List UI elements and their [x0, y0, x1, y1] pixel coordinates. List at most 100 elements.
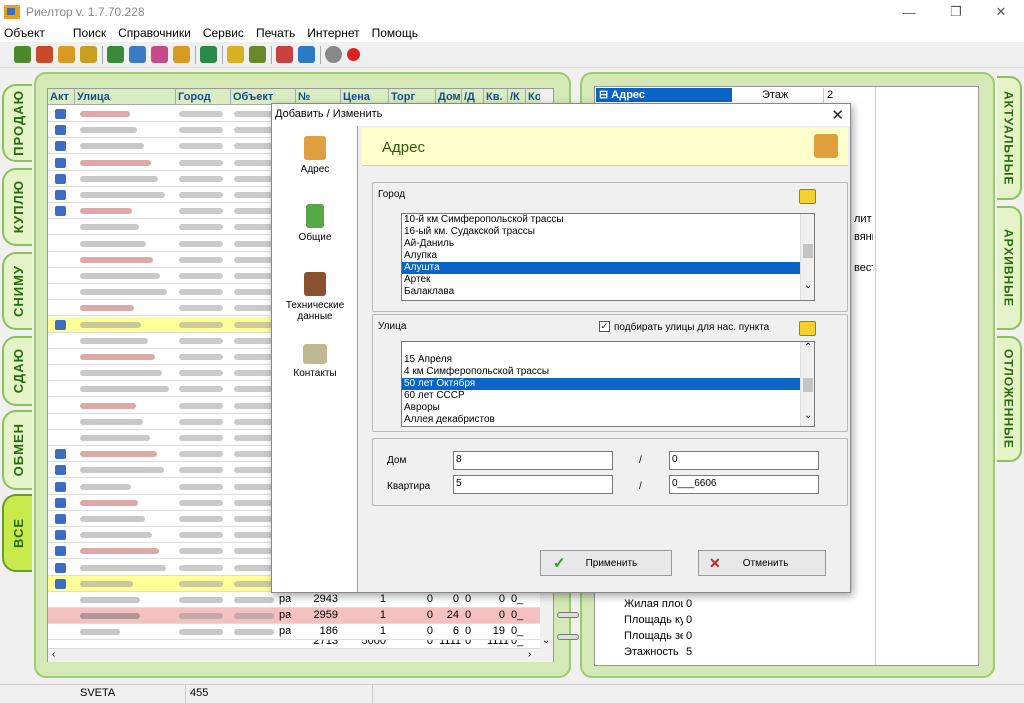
list-item[interactable]: 15 Апреля: [402, 354, 814, 366]
table-row[interactable]: ра 2959 1 0 24 0 0 0_: [48, 608, 540, 624]
menu-internet[interactable]: Интернет: [307, 26, 359, 40]
calendar-icon[interactable]: [298, 46, 315, 63]
menu-help[interactable]: Помощь: [372, 26, 418, 40]
active-record-icon: [55, 141, 66, 152]
status-count: 455: [190, 687, 209, 699]
tab-all[interactable]: ВСЕ: [2, 494, 32, 572]
list-item[interactable]: 16-ый км. Судакской трассы: [402, 226, 814, 238]
city-directory-icon[interactable]: [799, 189, 816, 204]
phone-card-icon: [303, 344, 327, 364]
maximize-button[interactable]: ❐: [933, 0, 979, 24]
tab-buy[interactable]: КУПЛЮ: [2, 168, 32, 246]
prop-floors-value[interactable]: 5: [683, 645, 731, 661]
prop-kitchen-area-label: Площадь ку: [624, 614, 683, 626]
tab-rent-in[interactable]: СНИМУ: [2, 252, 32, 330]
list-item[interactable]: Алупка: [402, 250, 814, 262]
flat-fraction-field[interactable]: 0___6606: [669, 475, 819, 494]
dialog-close-button[interactable]: ✕: [831, 106, 844, 124]
list-item[interactable]: Балаклава: [402, 286, 814, 298]
menu-references[interactable]: Справочники: [118, 26, 191, 40]
city-scrollbar[interactable]: ⌄: [800, 214, 814, 300]
client-icon[interactable]: [151, 46, 168, 63]
list-item[interactable]: Аллея декабристов: [402, 414, 814, 426]
hammer-icon: [304, 272, 326, 296]
dialog-title: Добавить / Изменить: [272, 104, 850, 126]
table-row[interactable]: ра 2943 1 0 0 0 0 0_: [48, 592, 540, 608]
search-icon[interactable]: [107, 46, 124, 63]
tab-rent-out[interactable]: СДАЮ: [2, 336, 32, 406]
street-listbox[interactable]: 15 Апреля 4 км Симферопольской трассы 50…: [401, 341, 815, 427]
col-city[interactable]: Город: [176, 89, 231, 105]
tab-archive[interactable]: АРХИВНЫЕ: [997, 206, 1022, 330]
scroll-down-icon[interactable]: ⌄: [804, 280, 812, 291]
active-record-icon: [55, 465, 66, 476]
prop-land-area-value[interactable]: 0: [683, 629, 731, 645]
list-item-selected[interactable]: 50 лет Октября: [402, 378, 814, 390]
list-item[interactable]: 60 лет СССР: [402, 390, 814, 402]
scroll-up-icon[interactable]: ⌃: [804, 342, 812, 353]
menu-search[interactable]: Поиск: [73, 26, 106, 40]
filter-streets-checkbox[interactable]: ✓: [599, 321, 610, 332]
refresh-icon[interactable]: [276, 46, 293, 63]
section-header: Адрес: [362, 128, 848, 166]
prop-kitchen-area-value[interactable]: 0: [683, 613, 731, 629]
prop-floor-value[interactable]: 2: [823, 88, 873, 104]
active-record-icon: [55, 109, 66, 119]
filter-icon[interactable]: [129, 46, 146, 63]
house-field[interactable]: 8: [453, 451, 613, 470]
edit-object-icon[interactable]: [36, 46, 53, 63]
close-button[interactable]: ✕: [978, 0, 1024, 24]
nav-general[interactable]: Общие: [272, 204, 358, 243]
apply-button[interactable]: ✓ Применить: [540, 550, 672, 576]
address-group-header[interactable]: ⊟ Адрес: [596, 88, 732, 102]
tab-postponed[interactable]: ОТЛОЖЕННЫЕ: [997, 336, 1022, 462]
scroll-down-icon[interactable]: ⌄: [542, 635, 550, 646]
minimize-button[interactable]: —: [886, 0, 932, 24]
street-scrollbar[interactable]: ⌃ ⌄: [800, 342, 814, 426]
flat-field[interactable]: 5: [453, 475, 613, 494]
prop-living-area-value[interactable]: 0: [683, 597, 731, 613]
add-object-icon[interactable]: [14, 46, 31, 63]
active-record-icon: [55, 481, 66, 492]
disc-icon[interactable]: [325, 46, 342, 63]
col-active[interactable]: Акт: [48, 89, 75, 105]
active-record-icon: [55, 449, 66, 460]
menu-print[interactable]: Печать: [256, 26, 295, 40]
menu-service[interactable]: Сервис: [203, 26, 244, 40]
table-row[interactable]: ра 186 1 0 6 0 19 0_: [48, 624, 540, 640]
city-listbox[interactable]: 10-й км Симферопольской трассы 16-ый км.…: [401, 213, 815, 301]
save-icon[interactable]: [200, 46, 217, 63]
street-directory-icon[interactable]: [799, 321, 816, 336]
house-slash: /: [639, 455, 642, 466]
nav-technical[interactable]: Технические данные: [272, 272, 358, 322]
scroll-left-icon[interactable]: ‹: [52, 649, 55, 660]
record-icon[interactable]: [347, 48, 360, 61]
active-record-icon: [55, 514, 66, 524]
list-item[interactable]: 4 км Симферопольской трассы: [402, 366, 814, 378]
delete-object-icon[interactable]: [58, 46, 75, 63]
list-item-selected[interactable]: Алушта: [402, 262, 814, 274]
tab-actual[interactable]: АКТУАЛЬНЫЕ: [997, 76, 1022, 200]
nav-address[interactable]: Адрес: [272, 136, 358, 175]
col-street[interactable]: Улица: [75, 89, 176, 105]
menu-object[interactable]: Объект: [4, 26, 45, 40]
table-row[interactable]: 2713 5000 0 1111 0 1111 0_: [48, 640, 540, 649]
tab-sell[interactable]: ПРОДАЮ: [2, 84, 32, 162]
photo-icon[interactable]: [173, 46, 190, 63]
collapse-icon[interactable]: ⊟: [599, 89, 608, 101]
bug-icon[interactable]: [249, 46, 266, 63]
users-icon[interactable]: [227, 46, 244, 63]
grid-hscrollbar[interactable]: ‹ ›: [48, 649, 553, 662]
scroll-right-icon[interactable]: ›: [528, 649, 531, 660]
nav-contacts[interactable]: Контакты: [272, 344, 358, 379]
list-item[interactable]: Ай-Даниль: [402, 238, 814, 250]
active-record-icon: [55, 546, 66, 557]
scroll-down-icon[interactable]: ⌄: [804, 410, 812, 421]
list-item[interactable]: Артек: [402, 274, 814, 286]
tab-exchange[interactable]: ОБМЕН: [2, 410, 32, 490]
notes-icon[interactable]: [80, 46, 97, 63]
cancel-button[interactable]: ✕ Отменить: [698, 550, 826, 576]
list-item[interactable]: Авроры: [402, 402, 814, 414]
list-item[interactable]: 10-й км Симферопольской трассы: [402, 214, 814, 226]
house-fraction-field[interactable]: 0: [669, 451, 819, 470]
